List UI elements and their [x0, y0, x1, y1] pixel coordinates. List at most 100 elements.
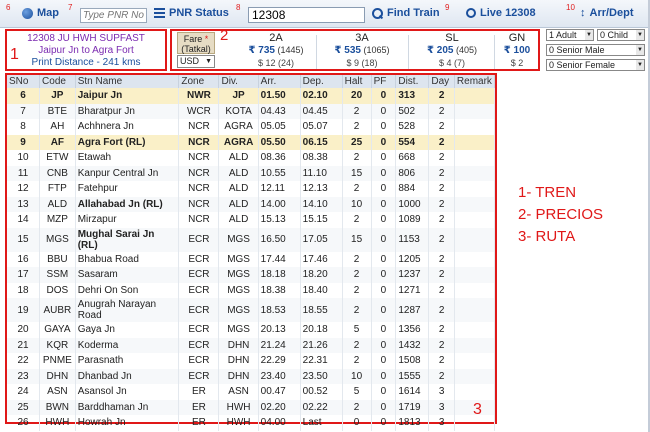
table-row[interactable]: 24 ASN Asansol Jn ER ASN 00.47 00.52 5 0 1614 3: [7, 384, 496, 400]
find-train-button[interactable]: Find Train: [372, 7, 440, 19]
table-row[interactable]: 9 AF Agra Fort (RL) NCR AGRA 05.50 06.15 25 0 554…: [7, 134, 496, 150]
column-header[interactable]: Dep.: [300, 75, 343, 88]
table-cell: MGS: [218, 251, 259, 267]
table-cell: 0: [371, 150, 397, 166]
table-cell: KOTA: [218, 103, 259, 119]
table-row[interactable]: 13 ALD Allahabad Jn (RL) NCR ALD 14.00 14.10 10…: [7, 196, 496, 212]
live-label: Live 12308: [480, 7, 536, 19]
table-cell: 04.45: [300, 103, 343, 119]
pnr-status-button[interactable]: PNR Status: [154, 7, 229, 19]
table-cell: ALD: [218, 196, 259, 212]
table-row[interactable]: 12 FTP Fatehpur NCR ALD 12.11 12.13 2 0 884 2: [7, 181, 496, 197]
print-distance-link[interactable]: Print Distance - 241 kms: [7, 57, 165, 69]
table-row[interactable]: 16 BBU Bhabua Road ECR MGS 17.44 17.46 2 0 1205 2: [7, 251, 496, 267]
table-cell: 21: [7, 337, 41, 353]
table-cell: Last: [300, 415, 343, 431]
table-cell: ECR: [178, 322, 220, 338]
table-cell: MGS: [218, 282, 259, 298]
column-header[interactable]: Day: [428, 75, 455, 88]
table-row[interactable]: 23 DHN Dhanbad Jn ECR DHN 23.40 23.50 10 0 1555 2: [7, 368, 496, 384]
fare-count: (405): [455, 45, 477, 55]
table-row[interactable]: 25 BWN Barddhaman Jn ER HWH 02.20 02.22 2 0 1719 3: [7, 399, 496, 415]
table-cell: [454, 322, 496, 338]
table-row[interactable]: 26 HWH Howrah Jn ER HWH 04.00 Last 0 0 1813 3: [7, 415, 496, 431]
table-row[interactable]: 7 BTE Bharatpur Jn WCR KOTA 04.43 04.45 2 0 502 2: [7, 103, 496, 119]
table-cell: Mirzapur: [75, 212, 180, 228]
table-cell: 08.38: [300, 150, 343, 166]
fare-label: Fare: [183, 34, 203, 44]
table-cell: 08.36: [258, 150, 301, 166]
table-cell: 7: [7, 103, 41, 119]
table-cell: 10: [7, 150, 41, 166]
senior-male-select[interactable]: 0 Senior Male ▼: [546, 44, 645, 56]
adult-select[interactable]: 1 Adult ▼: [546, 29, 594, 41]
child-select[interactable]: 0 Child ▼: [597, 29, 645, 41]
table-cell: [454, 165, 496, 181]
column-header[interactable]: Dist.: [395, 75, 430, 88]
fare-class-sl[interactable]: SL ₹ 205 (405) $ 4 (7): [412, 32, 492, 69]
class-name: SL: [445, 32, 459, 44]
table-cell: BWN: [39, 399, 76, 415]
column-header[interactable]: Halt: [342, 75, 372, 88]
table-cell: 5: [342, 384, 372, 400]
column-header[interactable]: Remark: [454, 75, 496, 88]
column-header[interactable]: Code: [39, 75, 76, 88]
table-row[interactable]: 10 ETW Etawah NCR ALD 08.36 08.38 2 0 668 2: [7, 150, 496, 166]
currency-select[interactable]: USD ▼: [177, 55, 215, 68]
table-cell: ALD: [39, 196, 76, 212]
table-cell: [454, 134, 496, 150]
table-cell: 0: [371, 368, 397, 384]
fare-class-gn[interactable]: GN ₹ 100 $ 2: [497, 32, 537, 69]
live-icon: [466, 8, 476, 18]
column-header[interactable]: Zone: [178, 75, 220, 88]
fare-class-2a[interactable]: 2A ₹ 735 (1445) $ 12 (24): [238, 32, 314, 69]
table-row[interactable]: 15 MGS Mughal Sarai Jn (RL) ECR MGS 16.50 17.0…: [7, 227, 496, 252]
table-cell: 668: [395, 150, 430, 166]
live-status-button[interactable]: Live 12308: [466, 7, 536, 19]
table-cell: MGS: [218, 267, 259, 283]
table-row[interactable]: 19 AUBR Anugrah Narayan Road ECR MGS 18.53 18.…: [7, 298, 496, 322]
column-header[interactable]: PF: [371, 75, 397, 88]
table-row[interactable]: 14 MZP Mirzapur NCR ALD 15.13 15.15 2 0 1089 2: [7, 212, 496, 228]
table-cell: ECR: [178, 337, 220, 353]
table-cell: ASN: [39, 384, 76, 400]
table-row[interactable]: 18 DOS Dehri On Son ECR MGS 18.38 18.40 2 0 1271 2: [7, 282, 496, 298]
table-cell: 0: [371, 251, 397, 267]
table-cell: KQR: [39, 337, 76, 353]
fare-type-selector[interactable]: Fare * (Tatkal): [177, 32, 215, 54]
table-cell: 20.18: [300, 322, 343, 338]
table-cell: 23.50: [300, 368, 343, 384]
table-header-row: SNo Code Stn Name Zone Div. Arr. Dep. Halt PF Dis…: [7, 75, 496, 88]
table-cell: 2: [342, 150, 372, 166]
train-number-input[interactable]: [248, 7, 365, 23]
table-row[interactable]: 20 GAYA Gaya Jn ECR MGS 20.13 20.18 5 0 1356 2: [7, 322, 496, 338]
senior-female-select[interactable]: 0 Senior Female ▼: [546, 59, 645, 71]
table-row[interactable]: 6 JP Jaipur Jn NWR JP 01.50 02.10 20 0 313 2: [7, 88, 496, 104]
table-row[interactable]: 8 AH Achhnera Jn NCR AGRA 05.05 05.07 2 0 528 2: [7, 119, 496, 135]
pnr-input[interactable]: [80, 8, 147, 23]
fare-class-3a[interactable]: 3A ₹ 535 (1065) $ 9 (18): [320, 32, 404, 69]
table-row[interactable]: 11 CNB Kanpur Central Jn NCR ALD 10.55 11.10 15…: [7, 165, 496, 181]
map-button[interactable]: Map: [22, 7, 59, 19]
column-header[interactable]: Arr.: [258, 75, 301, 88]
table-row[interactable]: 22 PNME Parasnath ECR DHN 22.29 22.31 2 0 1508 2: [7, 353, 496, 369]
table-cell: 2: [342, 267, 372, 283]
table-cell: 884: [395, 181, 430, 197]
table-cell: NCR: [178, 165, 220, 181]
table-cell: 313: [395, 88, 430, 104]
table-cell: 0: [371, 353, 397, 369]
table-row[interactable]: 21 KQR Koderma ECR DHN 21.24 21.26 2 0 1432 2: [7, 337, 496, 353]
table-cell: 15: [342, 227, 372, 252]
column-header[interactable]: Div.: [218, 75, 259, 88]
arr-dept-button[interactable]: ↕ Arr/Dept: [580, 7, 634, 19]
table-cell: CNB: [39, 165, 76, 181]
column-header[interactable]: SNo: [7, 75, 41, 88]
table-cell: 2: [428, 134, 455, 150]
column-header[interactable]: Stn Name: [75, 75, 180, 88]
table-row[interactable]: 17 SSM Sasaram ECR MGS 18.18 18.20 2 0 1237 2: [7, 267, 496, 283]
table-cell: 2: [428, 298, 455, 322]
fare-count: (1445): [277, 45, 304, 55]
table-cell: 2: [342, 353, 372, 369]
table-cell: 15: [7, 227, 41, 252]
table-cell: ECR: [178, 251, 220, 267]
